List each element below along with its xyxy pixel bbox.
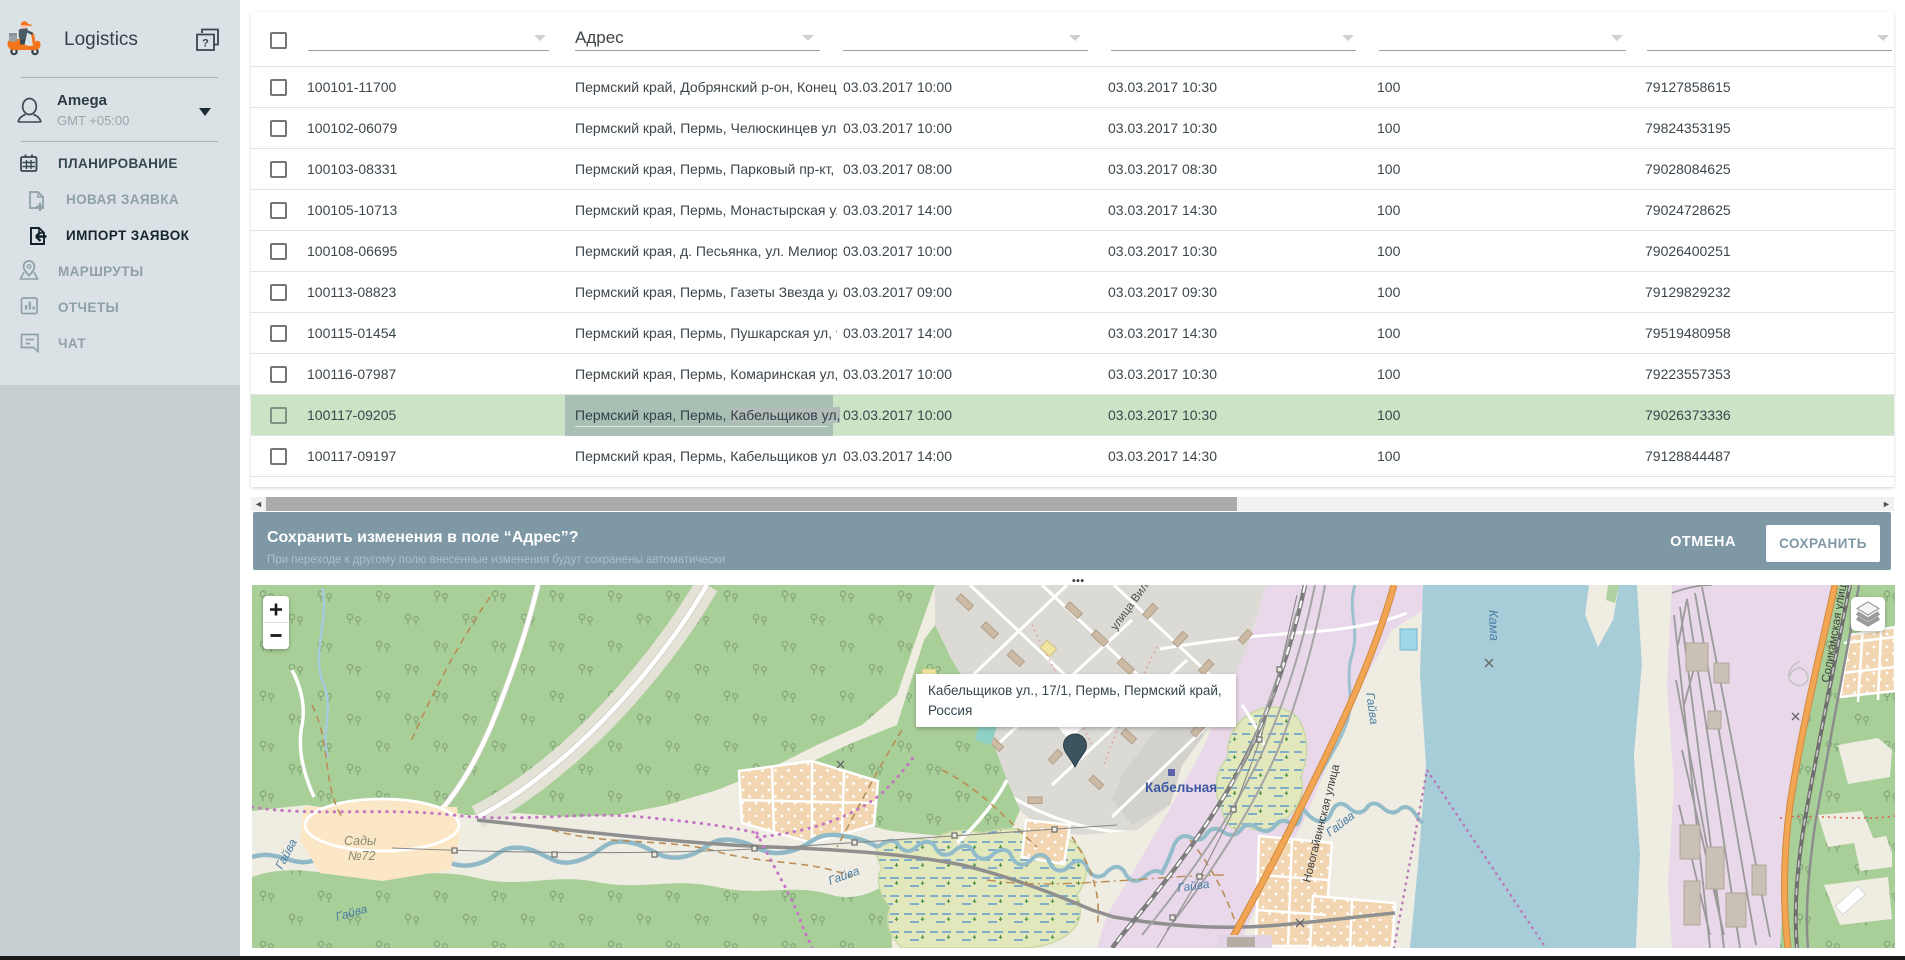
- svg-text:Сады: Сады: [344, 834, 376, 848]
- svg-text:Россия: Россия: [928, 703, 972, 718]
- svg-text:?: ?: [202, 38, 209, 50]
- svg-text:№72: №72: [348, 849, 375, 863]
- svg-text:Кабельная: Кабельная: [1145, 780, 1217, 795]
- svg-text:Кабельщиков ул., 17/1, Пермь,: Кабельщиков ул., 17/1, Пермь, Пермский к…: [928, 683, 1222, 698]
- svg-text:Кама: Кама: [1486, 610, 1502, 642]
